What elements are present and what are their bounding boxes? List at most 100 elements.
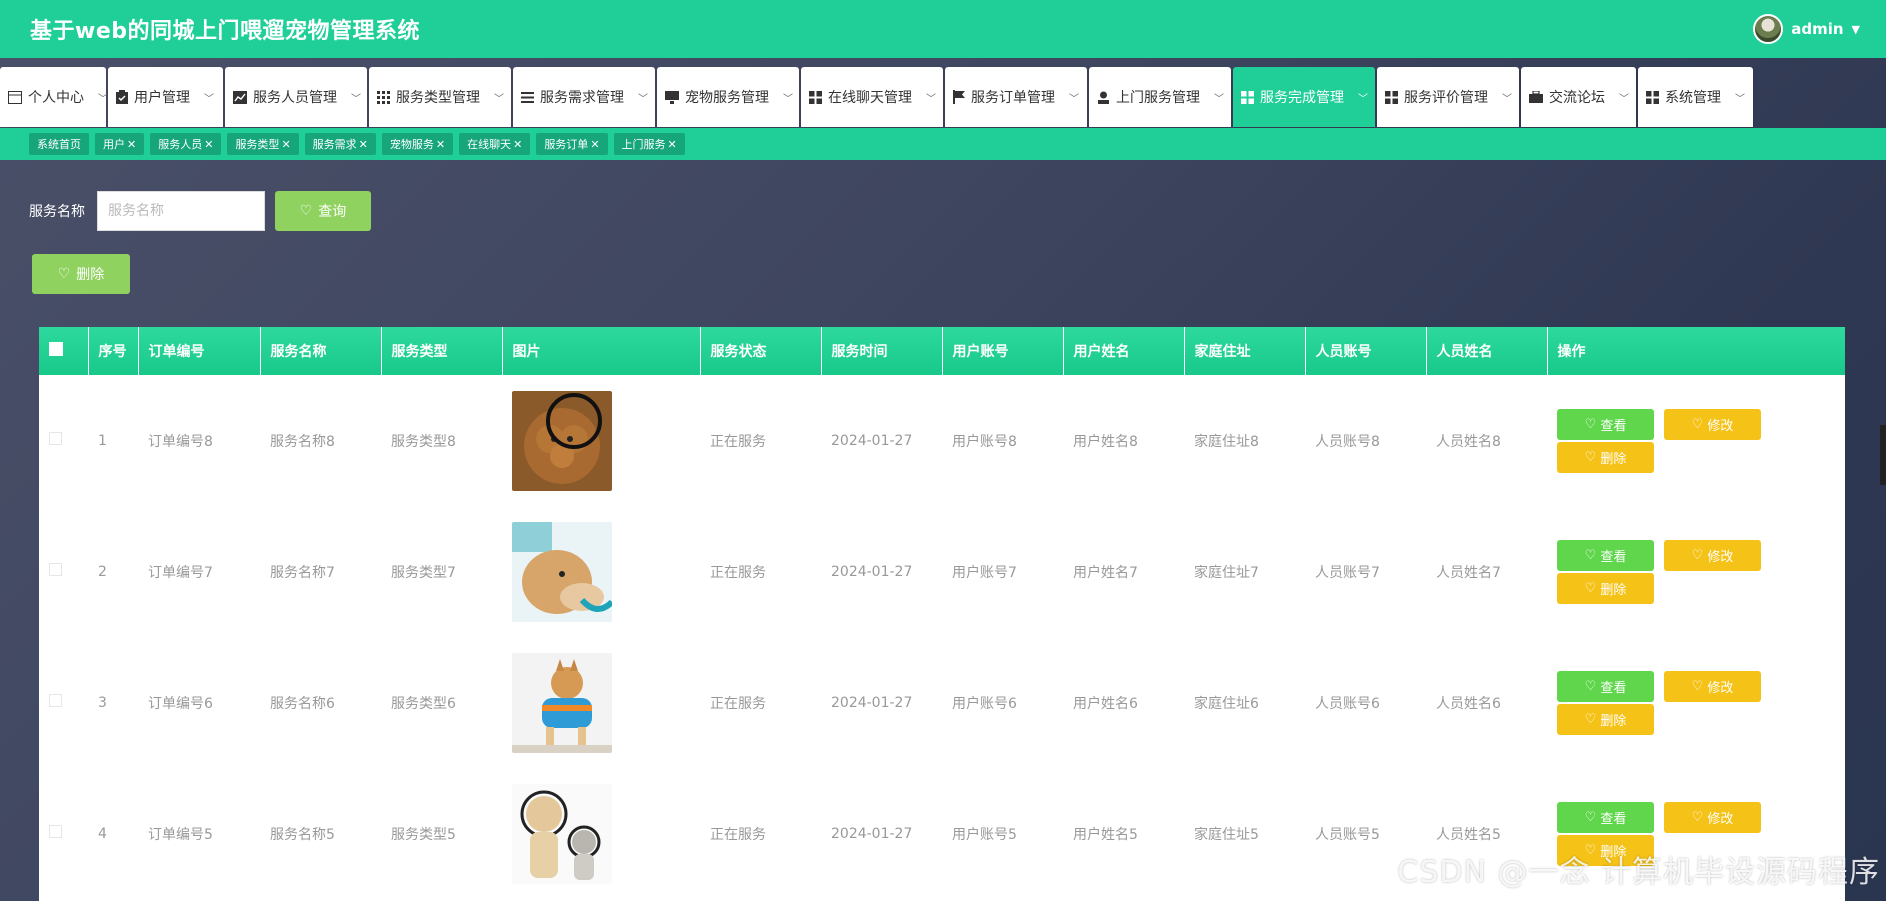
query-button[interactable]: ♡ 查询 [275,191,371,231]
view-button[interactable]: ♡ 查看 [1557,801,1654,833]
edit-button[interactable]: ♡ 修改 [1664,670,1761,702]
watermark-text: CSDN @一念 计算机毕设源码程序 [1397,855,1880,890]
column-header: 服务类型 [381,327,503,375]
column-header: 服务时间 [821,327,943,375]
row-checkbox[interactable] [49,694,62,707]
row-checkbox[interactable] [49,825,62,838]
row-checkbox[interactable] [49,432,62,445]
tag-home[interactable]: 系统首页 [29,133,89,155]
close-icon[interactable]: ✕ [127,138,136,151]
chevron-down-icon: ﹀ [926,93,936,105]
column-header: 操作 [1557,344,1586,360]
cell-user-account: 用户账号5 [952,826,1017,843]
select-all-checkbox[interactable] [49,342,63,356]
close-icon[interactable]: ✕ [281,138,290,151]
nav-item-system-management[interactable]: 系统管理 ﹀ [1638,67,1753,127]
caret-down-icon[interactable]: ▼ [1852,23,1860,36]
nav-item-evaluation-management[interactable]: 服务评价管理 ﹀ [1377,67,1519,127]
nav-item-forum[interactable]: 交流论坛 ﹀ [1521,67,1636,127]
cell-staff-account: 人员账号8 [1315,433,1380,450]
nav-item-pet-service-management[interactable]: 宠物服务管理 ﹀ [657,67,799,127]
cell-order-no: 订单编号6 [148,695,213,712]
user-icon [1097,90,1110,104]
tag-service-demand[interactable]: 服务需求 ✕ [304,133,376,155]
grid-icon [377,90,390,104]
edit-button[interactable]: ♡ 修改 [1664,408,1761,440]
chihuahua-photo[interactable] [512,521,612,622]
cell-order-no: 订单编号5 [148,826,213,843]
nav-item-chat-management[interactable]: 在线聊天管理 ﹀ [801,67,943,127]
nav-item-personal-center[interactable]: 个人中心 ﹀ [0,67,108,127]
close-icon[interactable]: ✕ [204,138,213,151]
view-button[interactable]: ♡ 查看 [1557,408,1654,440]
cell-staff-name: 人员姓名7 [1436,564,1501,581]
scrollbar-thumb[interactable] [1880,425,1886,485]
main-nav: 个人中心 ﹀ 用户管理 ﹀ 服务人员管理 ﹀ 服务类型管理 ﹀ 服务需求管理 ﹀… [0,67,1753,127]
view-button[interactable]: ♡ 查看 [1557,539,1654,571]
close-icon[interactable]: ✕ [590,138,599,151]
tag-order[interactable]: 服务订单 ✕ [536,133,608,155]
card-icon [8,90,22,104]
cell-image [502,375,700,506]
user-menu[interactable]: admin ▼ [1753,14,1860,44]
cell-staff-account: 人员账号6 [1315,695,1380,712]
cell-actions: ♡ 查看 ♡ 修改 ♡ 删除 [1547,375,1845,506]
tag-staff[interactable]: 服务人员 ✕ [150,133,222,155]
close-icon[interactable]: ✕ [359,138,368,151]
close-icon[interactable]: ✕ [513,138,522,151]
cell-address: 家庭住址5 [1194,826,1259,843]
cell-user-name: 用户姓名6 [1073,695,1138,712]
edit-button[interactable]: ♡ 修改 [1664,539,1761,571]
cell-user-name: 用户姓名5 [1073,826,1138,843]
delete-button[interactable]: ♡ 删除 [1557,572,1654,604]
column-header: 用户账号 [942,327,1064,375]
avatar[interactable] [1753,14,1784,44]
edit-button[interactable]: ♡ 修改 [1664,801,1761,833]
column-header: 用户姓名 [1063,327,1185,375]
chevron-down-icon: ﹀ [1502,93,1512,105]
chevron-down-icon: ﹀ [638,93,648,105]
dog-cat-photo[interactable] [512,783,612,884]
tag-pet-service[interactable]: 宠物服务 ✕ [381,133,454,155]
cell-user-account: 用户账号7 [952,564,1017,581]
cell-user-account: 用户账号6 [952,695,1017,712]
nav-item-door-service-management[interactable]: 上门服务管理 ﹀ [1089,67,1231,127]
data-table: 序号 订单编号 服务名称 服务类型 图片 服务状态 服务时间 用户账号 用户姓名… [39,327,1845,901]
chevron-down-icon: ﹀ [1358,93,1368,105]
flag-icon [953,90,965,104]
shiba-photo[interactable] [512,652,612,753]
tag-chat[interactable]: 在线聊天 ✕ [459,133,531,155]
username[interactable]: admin [1791,20,1843,38]
cell-time: 2024-01-27 [831,432,913,449]
column-header: 订单编号 [138,327,261,375]
nav-item-service-type-management[interactable]: 服务类型管理 ﹀ [369,67,511,127]
heart-icon: ♡ [1584,580,1597,596]
heart-icon: ♡ [1691,547,1704,563]
close-icon[interactable]: ✕ [436,138,445,151]
cell-service-type: 服务类型8 [391,433,456,450]
close-icon[interactable]: ✕ [668,138,677,151]
row-checkbox[interactable] [49,563,62,576]
delete-button[interactable]: ♡ 删除 [1557,703,1654,735]
nav-item-service-complete-management[interactable]: 服务完成管理 ﹀ [1233,67,1375,127]
column-header: 图片 [502,327,701,375]
view-button[interactable]: ♡ 查看 [1557,670,1654,702]
column-header: 人员账号 [1305,327,1427,375]
search-row: 服务名称 ♡ 查询 [29,191,371,231]
select-all-cell[interactable] [39,327,89,375]
tag-user[interactable]: 用户 ✕ [95,133,145,155]
cell-status: 正在服务 [710,433,766,450]
heart-icon: ♡ [299,203,313,219]
tag-service-type[interactable]: 服务类型 ✕ [227,133,299,155]
batch-delete-button[interactable]: ♡ 删除 [32,254,130,294]
nav-item-service-demand-management[interactable]: 服务需求管理 ﹀ [513,67,655,127]
search-input[interactable] [97,191,265,231]
nav-item-user-management[interactable]: 用户管理 ﹀ [108,67,223,127]
nav-item-order-management[interactable]: 服务订单管理 ﹀ [945,67,1087,127]
poodle-photo[interactable] [512,390,612,491]
delete-button[interactable]: ♡ 删除 [1557,441,1654,473]
briefcase-icon [1529,90,1543,104]
cell-staff-name: 人员姓名8 [1436,433,1501,450]
tag-door-service[interactable]: 上门服务 ✕ [613,133,685,155]
nav-item-staff-management[interactable]: 服务人员管理 ﹀ [225,67,367,127]
